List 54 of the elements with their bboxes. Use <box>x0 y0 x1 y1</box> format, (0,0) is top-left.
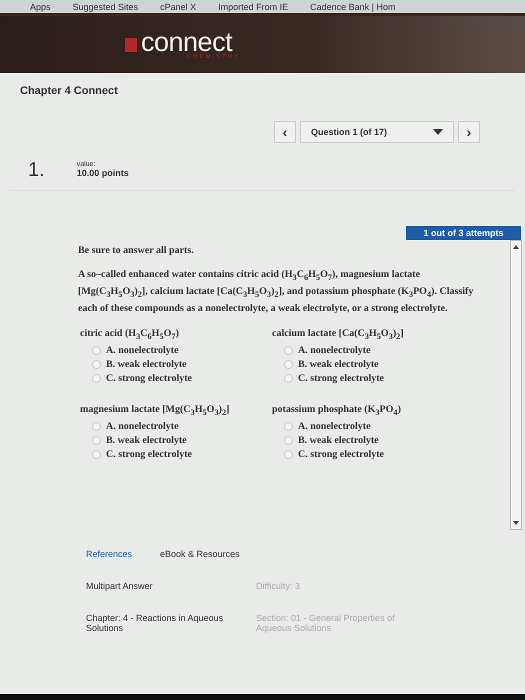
bookmark-link[interactable]: Suggested Sites <box>72 0 138 12</box>
previous-button[interactable]: ‹ <box>274 121 296 143</box>
compound-label: potassium phosphate (K$_{3}$PO$_{4}$) <box>272 404 402 417</box>
question-text: A so–called enhanced water contains citric acid (H$_{3}$C$_{6}$H$_{5}$O$_{7}$), magnesium lactate [Mg(C$_{3}$H$_{5}$O$_{3}$)$_{2}$], calcium lactate [Ca(C$_{3}$H$_{5}$O$_{3}$)$_{2}$], and potassium phosphate (K$_{3}$PO$_{4}$). Classify each of these compounds as a nonelectrolyte, a weak electrolyte, or a strong electrolyte. <box>78 268 474 316</box>
option-label: C. strong electrolyte <box>106 449 192 460</box>
compound-label: calcium lactate [Ca(C$_{3}$H$_{5}$O$_{3}$)$_{2}$] <box>272 328 405 341</box>
instruction-text: Be sure to answer all parts. <box>78 245 195 256</box>
bookmark-link[interactable]: Cadence Bank | Hom <box>310 0 396 12</box>
meta-label: Chapter: 4 - Reactions in Aqueous Solutions <box>86 613 224 633</box>
scroll-up-icon <box>513 245 519 249</box>
option-label: A. nonelectrolyte <box>106 345 179 356</box>
option-label: A. nonelectrolyte <box>298 345 371 356</box>
radio-button[interactable] <box>284 422 293 431</box>
option-label: B. weak electrolyte <box>298 435 379 446</box>
radio-button[interactable] <box>92 360 101 369</box>
radio-button[interactable] <box>284 374 293 383</box>
points-value: 10.00 points <box>76 168 129 178</box>
radio-button[interactable] <box>92 346 101 355</box>
meta-value: Section: 01 - General Properties of Aqueous Solutions <box>256 613 396 633</box>
brand-logo: connect <box>141 30 232 54</box>
compound-label: magnesium lactate [Mg(C$_{3}$H$_{5}$O$_{3}$)$_{2}$] <box>80 404 230 417</box>
scroll-down-icon <box>513 521 519 525</box>
option-label: B. weak electrolyte <box>298 359 379 370</box>
next-button[interactable]: › <box>458 121 480 143</box>
option-label: B. weak electrolyte <box>106 359 187 370</box>
option-label: A. nonelectrolyte <box>298 421 371 432</box>
caret-icon <box>433 129 443 135</box>
radio-button[interactable] <box>284 360 293 369</box>
meta-value: Difficulty: 3 <box>256 581 301 591</box>
option-label: A. nonelectrolyte <box>106 421 179 432</box>
attempts-badge: 1 out of 3 attempts <box>406 226 521 240</box>
radio-button[interactable] <box>92 422 101 431</box>
bookmark-link[interactable]: Apps <box>30 0 51 12</box>
radio-button[interactable] <box>92 450 101 459</box>
radio-button[interactable] <box>92 436 101 445</box>
radio-button[interactable] <box>284 346 293 355</box>
bookmark-link[interactable]: cPanel X <box>160 0 196 12</box>
references-link[interactable]: References <box>86 549 132 559</box>
option-label: C. strong electrolyte <box>298 449 384 460</box>
radio-button[interactable] <box>92 374 101 383</box>
question-number: 1. <box>28 158 45 182</box>
compound-label: citric acid (H$_{3}$C$_{6}$H$_{5}$O$_{7}$) <box>80 328 180 341</box>
option-label: B. weak electrolyte <box>106 435 187 446</box>
assignment-title: Chapter 4 Connect <box>19 84 119 97</box>
radio-button[interactable] <box>284 436 293 445</box>
ebook-link[interactable]: eBook & Resources <box>160 549 240 559</box>
option-label: C. strong electrolyte <box>298 373 384 384</box>
bookmark-link[interactable]: Imported From IE <box>218 0 288 12</box>
meta-label: Multipart Answer <box>86 581 154 591</box>
option-label: C. strong electrolyte <box>106 373 192 384</box>
logo-icon <box>125 38 137 52</box>
question-select[interactable]: Question 1 (of 17) <box>300 121 454 143</box>
scrollbar[interactable] <box>510 240 522 530</box>
radio-button[interactable] <box>284 450 293 459</box>
